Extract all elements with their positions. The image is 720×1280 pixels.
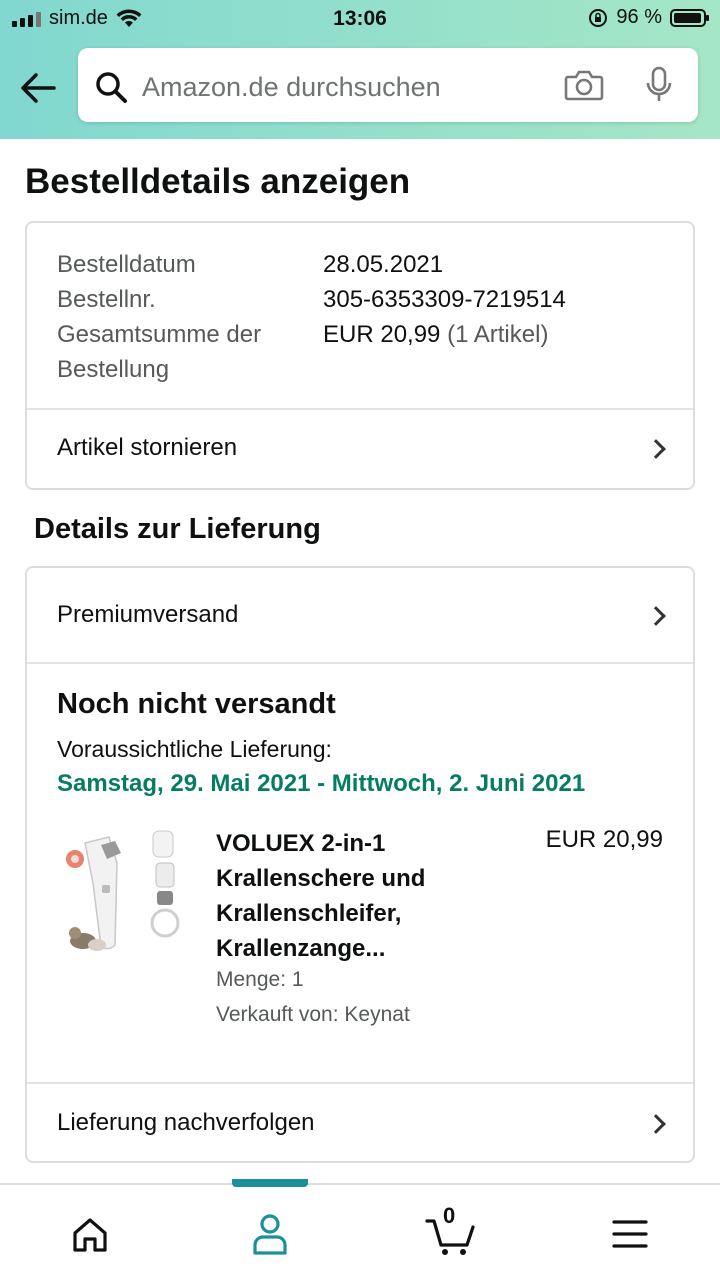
delivery-section-title: Details zur Lieferung [34, 513, 321, 545]
active-tab-indicator [232, 1179, 308, 1187]
track-delivery-link[interactable]: Lieferung nachverfolgen [27, 1084, 693, 1163]
product-image[interactable] [57, 823, 187, 958]
cart-button[interactable]: 0 [425, 1203, 477, 1257]
track-delivery-label: Lieferung nachverfolgen [57, 1109, 315, 1136]
app-header: sim.de 13:06 96 % Amazon.de durchsuchen [0, 0, 720, 139]
back-arrow-icon[interactable] [18, 70, 58, 106]
order-summary-card: Bestelldatum 28.05.2021 Bestellnr. 305-6… [25, 221, 695, 490]
delivery-card: Premiumversand Noch nicht versandt Vorau… [25, 566, 695, 1163]
expected-delivery-label: Voraussichtliche Lieferung: [57, 736, 332, 762]
order-total-label: Gesamtsumme der Bestellung [57, 321, 262, 383]
product-quantity: Menge: 1 [216, 968, 304, 991]
order-date-label: Bestelldatum [57, 251, 196, 278]
order-date-value: 28.05.2021 [323, 251, 444, 278]
product-seller: Verkauft von: Keynat [216, 1003, 410, 1026]
search-icon [96, 72, 127, 103]
cancel-items-link[interactable]: Artikel stornieren [27, 410, 693, 490]
search-input[interactable]: Amazon.de durchsuchen [142, 72, 441, 103]
expected-delivery-dates: Samstag, 29. Mai 2021 - Mittwoch, 2. Jun… [57, 770, 586, 797]
shipment-status: Noch nicht versandt [57, 688, 336, 720]
rotation-lock-icon [589, 8, 608, 27]
order-total-value: EUR 20,99 (1 Artikel) [323, 317, 548, 352]
battery-percent: 96 % [616, 6, 662, 28]
chevron-right-icon [646, 439, 666, 459]
status-bar: sim.de 13:06 96 % [0, 0, 720, 38]
microphone-icon[interactable] [646, 66, 672, 104]
cancel-items-label: Artikel stornieren [57, 434, 238, 461]
status-right: 96 % [588, 6, 709, 29]
page-title: Bestelldetails anzeigen [25, 162, 411, 201]
chevron-right-icon [646, 606, 666, 626]
shipping-method-label: Premiumversand [57, 601, 239, 628]
chevron-right-icon [646, 1114, 666, 1134]
order-number-label: Bestellnr. [57, 286, 156, 313]
cart-count-badge: 0 [443, 1203, 456, 1228]
product-title-link[interactable]: VOLUEX 2-in-1 Krallenschere und Krallens… [216, 826, 496, 966]
camera-icon[interactable] [564, 69, 604, 101]
order-item-count: (1 Artikel) [447, 321, 549, 348]
order-number-value: 305-6353309-7219514 [323, 286, 566, 313]
search-bar[interactable]: Amazon.de durchsuchen [78, 48, 698, 122]
home-icon[interactable] [65, 1211, 115, 1257]
bottom-nav: 0 [0, 1179, 720, 1280]
order-total-amount: EUR 20,99 [323, 321, 441, 348]
shipping-method-link[interactable]: Premiumversand [27, 568, 693, 662]
account-icon[interactable] [245, 1211, 295, 1257]
divider [27, 662, 693, 664]
menu-icon[interactable] [605, 1211, 655, 1257]
battery-icon [670, 8, 709, 27]
product-price: EUR 20,99 [545, 826, 663, 853]
